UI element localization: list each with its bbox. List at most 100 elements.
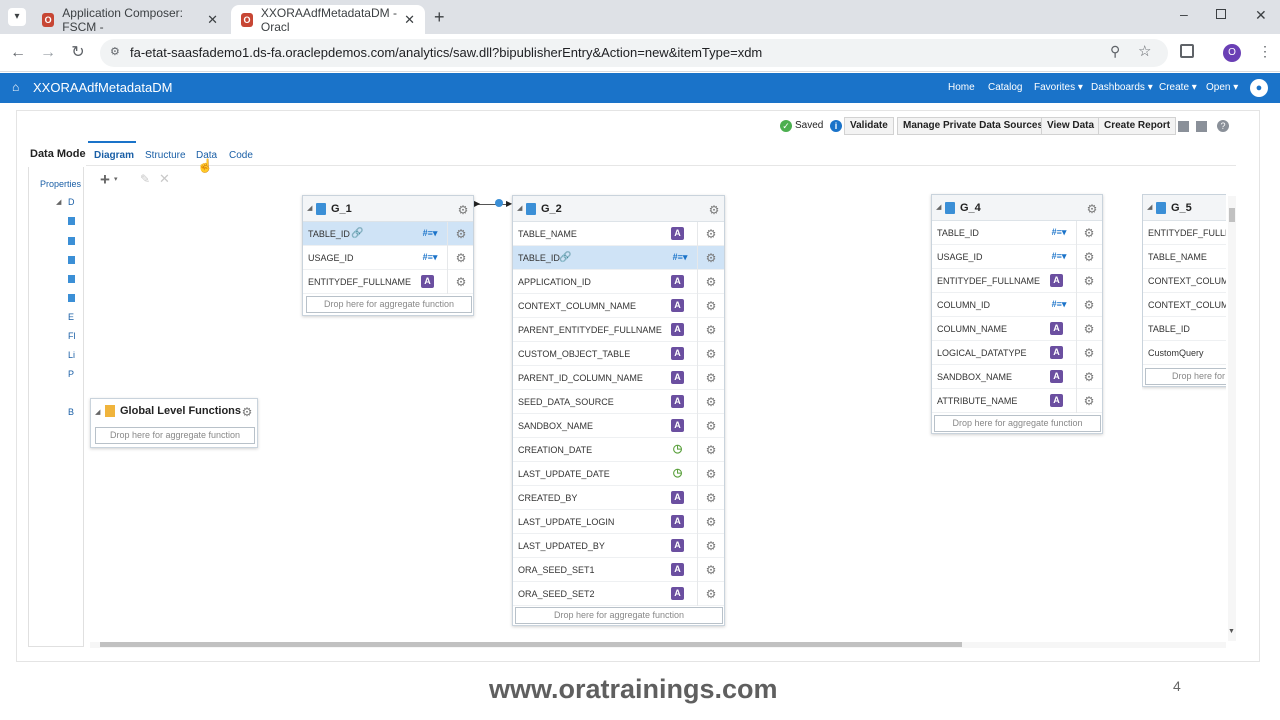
field-row[interactable]: LOGICAL_DATATYPE A ⚙ [932, 341, 1102, 365]
nav-open[interactable]: Open ▾ [1206, 82, 1238, 93]
number-type-icon[interactable]: #≡▾ [1048, 298, 1070, 311]
field-row[interactable]: COLUMN_ID #≡▾ ⚙ [932, 293, 1102, 317]
tree-node-parameters[interactable]: P [68, 369, 74, 379]
tree-datasets[interactable]: ◢ [56, 198, 61, 206]
dataset-icon[interactable] [68, 294, 75, 302]
group-g5[interactable]: ◢ G_5 ENTITYDEF_FULLN TABLE_NAME CONTEXT_C… [1142, 194, 1226, 387]
date-type-icon[interactable]: ◷ [671, 467, 684, 480]
gear-icon[interactable]: ⚙ [705, 252, 717, 264]
field-row[interactable]: LAST_UPDATED_BY A ⚙ [513, 534, 724, 558]
gear-icon[interactable]: ⚙ [705, 300, 717, 312]
add-dropdown-icon[interactable]: ▾ [114, 175, 118, 183]
forward-icon[interactable]: → [38, 43, 58, 63]
string-type-icon[interactable]: A [671, 227, 684, 240]
field-row[interactable]: SEED_DATA_SOURCE A ⚙ [513, 390, 724, 414]
aggregate-drop-zone[interactable]: Drop here for aggregate function [95, 427, 255, 444]
string-type-icon[interactable]: A [671, 491, 684, 504]
collapse-icon[interactable]: ◢ [307, 204, 312, 212]
gear-icon[interactable]: ⚙ [457, 204, 469, 216]
field-row[interactable]: CUSTOM_OBJECT_TABLE A ⚙ [513, 342, 724, 366]
bookmark-star-icon[interactable]: ☆ [1138, 42, 1151, 60]
collapse-icon[interactable]: ◢ [95, 408, 100, 416]
field-row[interactable]: USAGE_ID #≡▾ ⚙ [303, 246, 473, 270]
tab-structure[interactable]: Structure [145, 150, 186, 161]
string-type-icon[interactable]: A [671, 275, 684, 288]
gear-icon[interactable]: ⚙ [705, 492, 717, 504]
field-row[interactable]: ATTRIBUTE_NAME A ⚙ [932, 389, 1102, 413]
extensions-icon[interactable] [1180, 44, 1194, 58]
field-row[interactable]: CONTEXT_COLUM [1143, 293, 1226, 317]
gear-icon[interactable]: ⚙ [1086, 203, 1098, 215]
gear-icon[interactable]: ⚙ [1083, 323, 1095, 335]
view-data-button[interactable]: View Data [1041, 117, 1101, 135]
field-row[interactable]: PARENT_ENTITYDEF_FULLNAME A ⚙ [513, 318, 724, 342]
gear-icon[interactable]: ⚙ [1083, 395, 1095, 407]
validate-button[interactable]: Validate [844, 117, 894, 135]
string-type-icon[interactable]: A [671, 347, 684, 360]
group-g2[interactable]: ◢ G_2 ⚙ TABLE_NAME A ⚙ TABLE_ID 🔗 #≡▾ ⚙ APPLICA… [512, 195, 725, 626]
string-type-icon[interactable]: A [1050, 394, 1063, 407]
aggregate-drop-zone[interactable]: Drop here for aggregate function [306, 296, 472, 313]
tab-list-chevron-icon[interactable]: ▾ [8, 8, 26, 26]
string-type-icon[interactable]: A [671, 539, 684, 552]
field-row[interactable]: LAST_UPDATE_LOGIN A ⚙ [513, 510, 724, 534]
field-row[interactable]: USAGE_ID #≡▾ ⚙ [932, 245, 1102, 269]
string-type-icon[interactable]: A [671, 299, 684, 312]
string-type-icon[interactable]: A [671, 395, 684, 408]
collapse-icon[interactable]: ◢ [517, 204, 522, 212]
number-type-icon[interactable]: #≡▾ [419, 251, 441, 264]
gear-icon[interactable]: ⚙ [455, 276, 467, 288]
string-type-icon[interactable]: A [1050, 322, 1063, 335]
field-row[interactable]: ORA_SEED_SET1 A ⚙ [513, 558, 724, 582]
tree-node-lists[interactable]: Li [68, 350, 75, 360]
field-row[interactable]: TABLE_NAME A ⚙ [513, 222, 724, 246]
string-type-icon[interactable]: A [671, 419, 684, 432]
dataset-icon[interactable] [68, 237, 75, 245]
field-row[interactable]: CONTEXT_COLUM [1143, 269, 1226, 293]
gear-icon[interactable]: ⚙ [705, 564, 717, 576]
collapse-icon[interactable]: ◢ [1147, 203, 1152, 211]
nav-favorites[interactable]: Favorites ▾ [1034, 82, 1083, 93]
properties-link[interactable]: Properties [40, 179, 81, 189]
field-row[interactable]: PARENT_ID_COLUMN_NAME A ⚙ [513, 366, 724, 390]
save-as-icon[interactable] [1196, 121, 1207, 132]
number-type-icon[interactable]: #≡▾ [1048, 250, 1070, 263]
gear-icon[interactable]: ⚙ [1083, 347, 1095, 359]
help-icon[interactable]: ? [1217, 120, 1229, 132]
field-row[interactable]: TABLE_ID 🔗 #≡▾ ⚙ [303, 222, 473, 246]
url-field[interactable]: ⚙ fa-etat-saasfademo1.ds-fa.oraclepdemos… [100, 39, 1168, 67]
nav-home[interactable]: Home [948, 82, 975, 93]
gear-icon[interactable]: ⚙ [705, 588, 717, 600]
gear-icon[interactable]: ⚙ [705, 228, 717, 240]
gear-icon[interactable]: ⚙ [705, 324, 717, 336]
dataset-icon[interactable] [68, 275, 75, 283]
gear-icon[interactable]: ⚙ [1083, 299, 1095, 311]
horizontal-scrollbar[interactable] [90, 642, 1226, 648]
edit-icon[interactable]: ✎ [140, 172, 150, 186]
field-row[interactable]: COLUMN_NAME A ⚙ [932, 317, 1102, 341]
gear-icon[interactable]: ⚙ [705, 372, 717, 384]
dataset-icon[interactable] [68, 256, 75, 264]
field-row[interactable]: TABLE_ID 🔗 #≡▾ ⚙ [513, 246, 724, 270]
group-g1[interactable]: ◢ G_1 ⚙ TABLE_ID 🔗 #≡▾ ⚙ USAGE_ID #≡▾ ⚙ … [302, 195, 474, 316]
field-row[interactable]: TABLE_NAME [1143, 245, 1226, 269]
nav-create[interactable]: Create ▾ [1159, 82, 1197, 93]
string-type-icon[interactable]: A [1050, 274, 1063, 287]
gear-icon[interactable]: ⚙ [705, 516, 717, 528]
vertical-scrollbar[interactable]: ▼ [1228, 196, 1236, 641]
tab-code[interactable]: Code [229, 150, 253, 161]
gear-icon[interactable]: ⚙ [455, 228, 467, 240]
browser-tab-2[interactable]: O XXORAAdfMetadataDM - Oracl ✕ [231, 5, 425, 34]
delete-icon[interactable]: ✕ [159, 171, 170, 187]
home-icon[interactable]: ⌂ [12, 80, 19, 94]
field-row[interactable]: SANDBOX_NAME A ⚙ [513, 414, 724, 438]
horizontal-scroll-thumb[interactable] [100, 642, 962, 647]
save-icon[interactable] [1178, 121, 1189, 132]
create-report-button[interactable]: Create Report [1098, 117, 1177, 135]
number-type-icon[interactable]: #≡▾ [1048, 226, 1070, 239]
field-row[interactable]: CONTEXT_COLUMN_NAME A ⚙ [513, 294, 724, 318]
gear-icon[interactable]: ⚙ [705, 444, 717, 456]
info-icon[interactable]: i [830, 120, 842, 132]
profile-avatar[interactable]: O [1223, 44, 1241, 62]
string-type-icon[interactable]: A [1050, 346, 1063, 359]
